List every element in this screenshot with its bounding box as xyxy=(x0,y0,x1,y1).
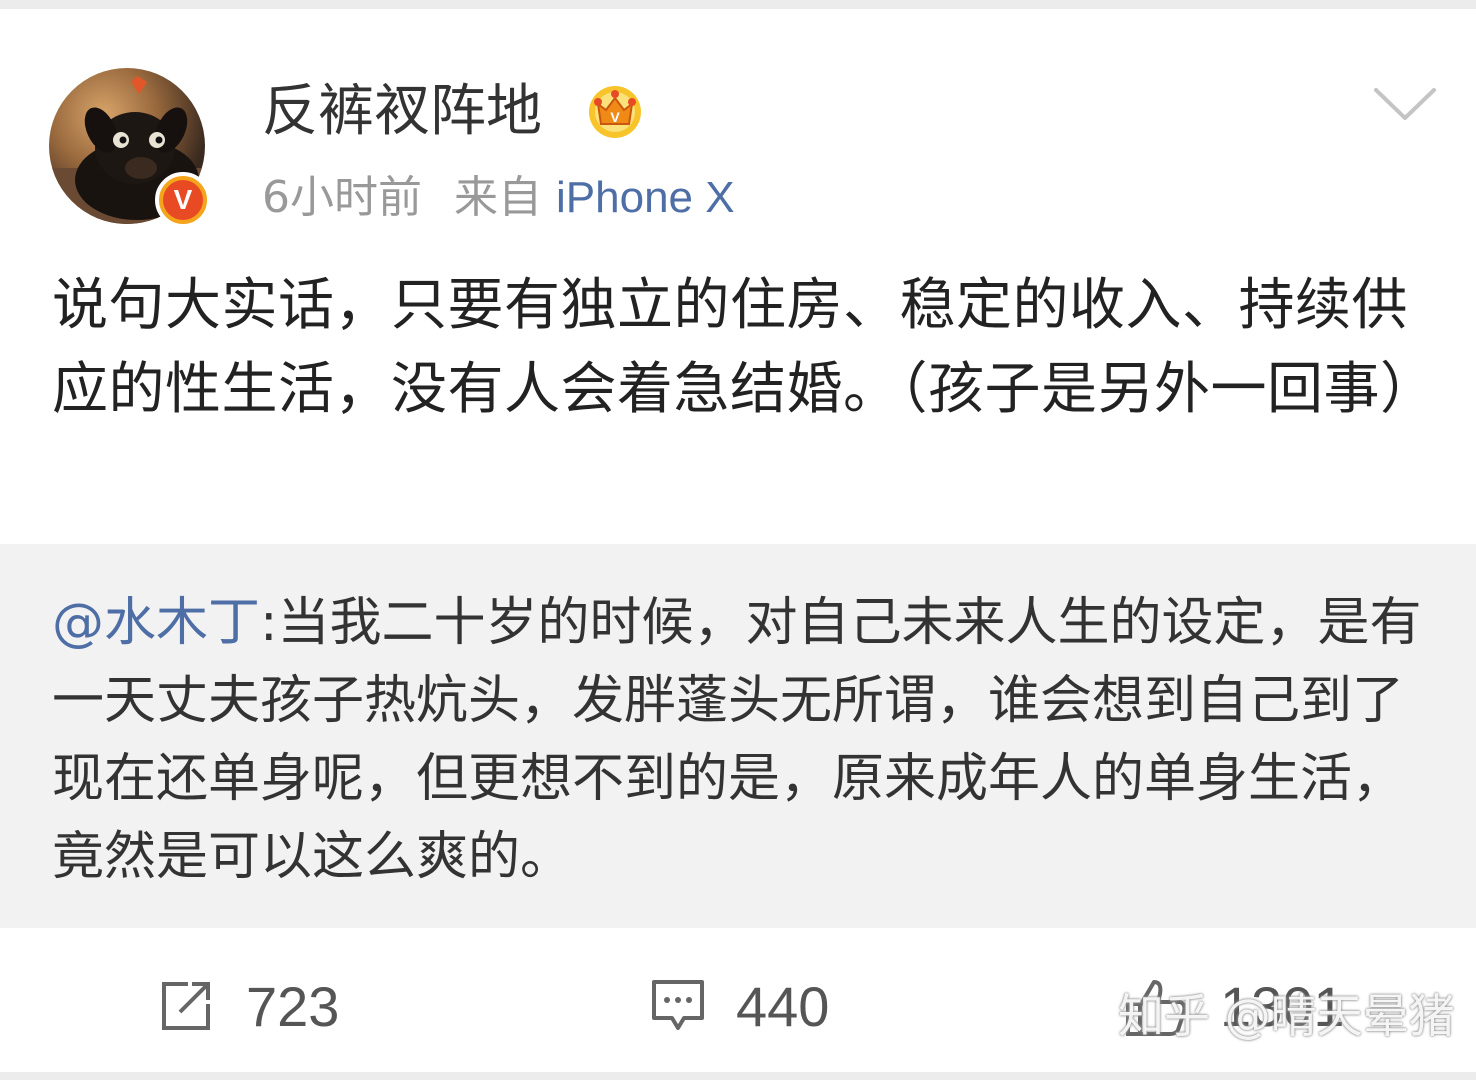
post-time: 6小时前 xyxy=(262,172,422,223)
repost-count: 723 xyxy=(246,975,340,1038)
author-name[interactable]: 反裤衩阵地 xyxy=(262,78,542,146)
device-link[interactable]: iPhone X xyxy=(556,173,735,222)
verified-badge-label: V xyxy=(163,180,203,220)
comment-count: 440 xyxy=(736,975,830,1038)
repost-mention-link[interactable]: @水木丁 xyxy=(52,593,260,653)
repost-card[interactable]: @水木丁:当我二十岁的时候，对自己未来人生的设定，是有一天丈夫孩子热炕头，发胖蓬… xyxy=(0,544,1476,928)
repost-icon xyxy=(162,982,210,1030)
chevron-down-icon[interactable] xyxy=(1372,84,1438,126)
bottom-divider xyxy=(0,1072,1476,1080)
post-body: 说句大实话，只要有独立的住房、稳定的收入、持续供应的性生活，没有人会着急结婚。（… xyxy=(52,273,1437,422)
repost-button[interactable]: 723 xyxy=(158,972,358,1042)
verified-badge: V xyxy=(155,172,211,228)
comment-button[interactable]: 440 xyxy=(650,972,850,1042)
comment-icon xyxy=(652,980,704,1030)
source-label: 来自 xyxy=(454,172,542,223)
repost-body: @水木丁:当我二十岁的时候，对自己未来人生的设定，是有一天丈夫孩子热炕头，发胖蓬… xyxy=(52,584,1432,896)
post-meta: 6小时前 来自 iPhone X xyxy=(262,170,735,226)
crown-icon: V xyxy=(589,86,641,138)
watermark: 知乎 @晴天晕猪 xyxy=(1118,989,1455,1043)
top-divider xyxy=(0,0,1476,9)
svg-text:V: V xyxy=(610,109,620,125)
